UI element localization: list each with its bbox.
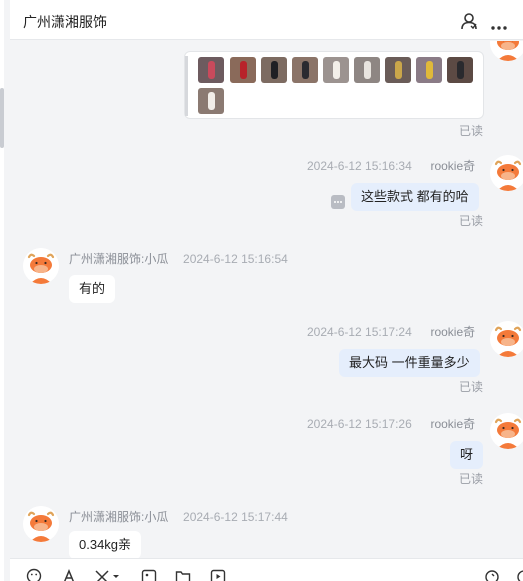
product-thumbnail[interactable] (416, 57, 442, 83)
message-meta: 2024-6-12 15:17:24 rookie奇 (307, 323, 475, 340)
image-grid-message[interactable] (184, 51, 484, 119)
message-bubble[interactable]: 0.34kg亲 (69, 531, 142, 558)
sender-name: 广州潇湘服饰:小瓜 (69, 510, 169, 524)
product-thumbnail[interactable] (354, 57, 380, 83)
message-time: 2024-6-12 15:16:54 (183, 252, 288, 266)
message-time: 2024-6-12 15:17:44 (183, 510, 288, 524)
avatar[interactable] (490, 321, 523, 357)
message-time: 2024-6-12 15:17:24 (307, 325, 412, 339)
message-meta: 2024-6-12 15:17:26 rookie奇 (307, 415, 475, 432)
sender-name: rookie奇 (430, 325, 476, 339)
message-meta: 广州潇湘服饰:小瓜 2024-6-12 15:16:54 (69, 250, 288, 267)
message-time: 2024-6-12 15:16:34 (307, 159, 412, 173)
input-toolbar (10, 558, 523, 581)
product-thumbnail[interactable] (323, 57, 349, 83)
emoji-icon[interactable] (26, 568, 42, 581)
product-thumbnail[interactable] (230, 57, 256, 83)
read-status: 已读 (459, 380, 484, 394)
chat-title: 广州潇湘服饰 (23, 14, 107, 30)
message-meta: 广州潇湘服饰:小瓜 2024-6-12 15:17:44 (69, 508, 288, 525)
avatar[interactable] (23, 248, 59, 284)
message-list[interactable]: 已读 2024-6-12 15:16:34 rookie奇 这些款式 都有的哈 … (10, 41, 523, 558)
image-icon[interactable] (141, 568, 157, 581)
refresh-icon[interactable] (484, 568, 500, 581)
sender-name: 广州潇湘服饰:小瓜 (69, 252, 169, 266)
font-icon[interactable] (61, 568, 77, 581)
avatar[interactable] (490, 41, 523, 61)
product-thumbnail[interactable] (198, 57, 224, 83)
message-meta: 2024-6-12 15:16:34 rookie奇 (307, 157, 475, 174)
product-thumbnail[interactable] (261, 57, 287, 83)
message-options-icon[interactable] (331, 195, 345, 209)
avatar[interactable] (490, 155, 523, 191)
read-status: 已读 (459, 214, 484, 228)
avatar[interactable] (490, 413, 523, 449)
product-thumbnail[interactable] (385, 57, 411, 83)
folder-icon[interactable] (175, 568, 191, 581)
message-bubble[interactable]: 呀 (450, 441, 484, 469)
message-bubble[interactable]: 最大码 一件重量多少 (339, 349, 480, 377)
product-thumbnail[interactable] (198, 88, 224, 114)
read-status: 已读 (459, 472, 484, 486)
message-bubble[interactable]: 这些款式 都有的哈 (351, 183, 479, 211)
left-scrollbar[interactable] (0, 88, 4, 148)
read-status: 已读 (459, 124, 484, 138)
more-icon[interactable] (490, 18, 508, 30)
scissors-icon[interactable] (94, 568, 120, 581)
avatar[interactable] (23, 506, 59, 542)
message-bubble[interactable]: 有的 (69, 275, 116, 303)
quote-bar (185, 56, 188, 116)
user-icon[interactable] (460, 12, 478, 30)
chat-header: 广州潇湘服饰 (10, 0, 523, 40)
video-icon[interactable] (210, 568, 226, 581)
product-thumbnail[interactable] (292, 57, 318, 83)
sender-name: rookie奇 (430, 159, 476, 173)
message-time: 2024-6-12 15:17:26 (307, 417, 412, 431)
send-icon[interactable] (516, 568, 523, 581)
product-thumbnail[interactable] (447, 57, 473, 83)
sender-name: rookie奇 (430, 417, 476, 431)
